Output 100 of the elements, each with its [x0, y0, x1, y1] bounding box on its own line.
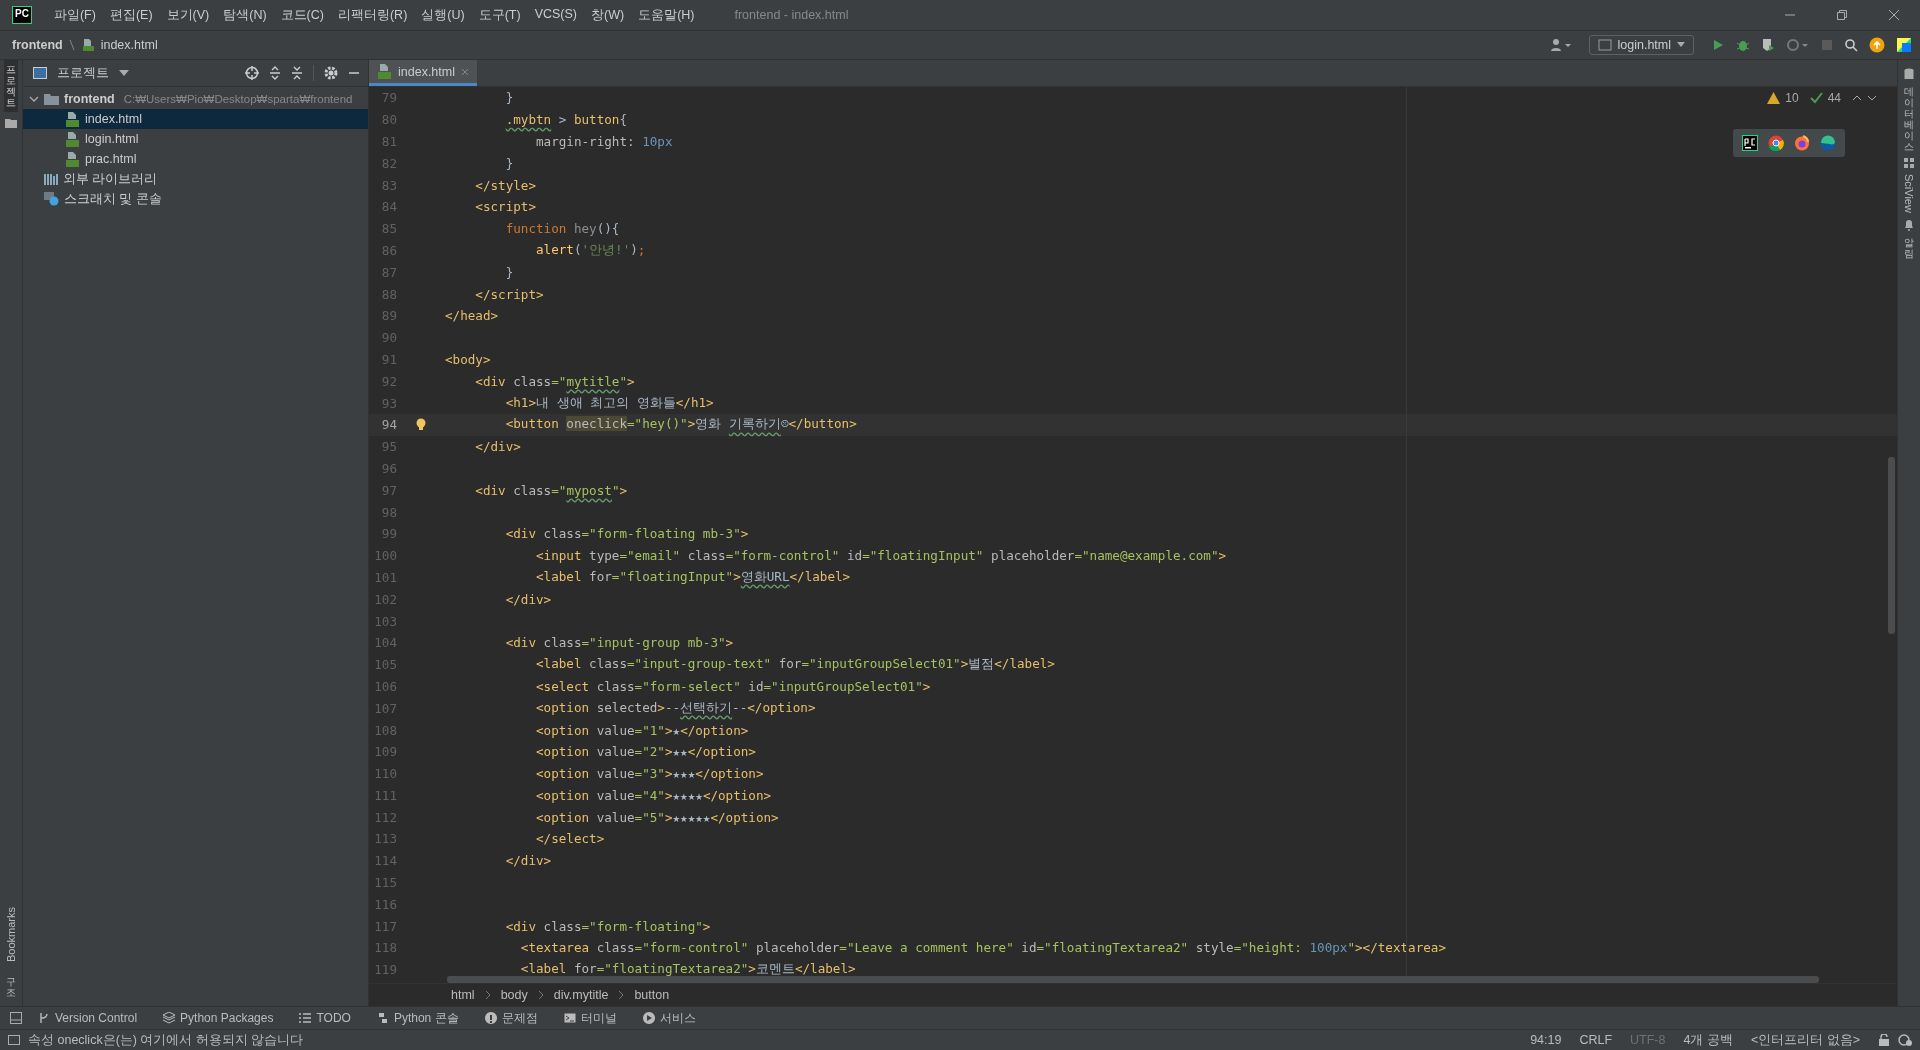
bug-icon[interactable] — [1736, 38, 1750, 52]
lightbulb-icon[interactable] — [416, 418, 426, 432]
status-icon[interactable] — [8, 1034, 20, 1046]
tree-item-label: 스크래치 및 콘솔 — [64, 190, 162, 208]
tree-item-label: login.html — [85, 132, 139, 146]
tree-item[interactable]: prac.html — [23, 149, 368, 169]
lock-icon[interactable] — [1878, 1034, 1890, 1046]
line-number: 88 — [380, 286, 397, 302]
line-number: 104 — [373, 635, 397, 651]
browser-icon[interactable] — [1768, 135, 1784, 151]
profiler-icon[interactable] — [1786, 38, 1810, 52]
panel-toggle-icon[interactable] — [10, 1012, 22, 1024]
code-breadcrumb[interactable]: div.mytitle — [553, 988, 609, 1002]
tool-window-tab[interactable]: 데이터베이스 — [1904, 86, 1914, 152]
tool-window-tab[interactable]: 알림 — [1904, 236, 1914, 259]
tree-item-label: 외부 라이브러리 — [63, 170, 158, 188]
user-icon[interactable] — [1549, 38, 1572, 52]
terminal-icon — [563, 1012, 576, 1024]
menu-item[interactable]: 편집(E) — [109, 6, 153, 24]
pc-logo-icon[interactable] — [1742, 135, 1758, 151]
run-icon[interactable] — [1711, 38, 1725, 52]
branch-icon — [38, 1012, 50, 1024]
run-configuration-dropdown[interactable]: login.html — [1588, 35, 1694, 55]
project-tool-tab[interactable]: 프로젝트 — [4, 60, 18, 112]
panel-title[interactable]: 프로젝트 — [57, 64, 109, 82]
menu-item[interactable]: 리팩터링(R) — [337, 6, 408, 24]
inspector-icon[interactable] — [1898, 1034, 1912, 1046]
restore-icon[interactable] — [1836, 9, 1848, 21]
warning-count[interactable]: 10 — [1785, 91, 1799, 105]
tree-item-label: frontend — [64, 92, 115, 106]
tree-item[interactable]: frontend C:₩Users₩Pio₩Desktop₩sparta₩frontend — [23, 89, 368, 109]
code-breadcrumb[interactable]: button — [634, 988, 670, 1002]
status-item[interactable]: 94:19 — [1530, 1033, 1562, 1047]
line-number: 94 — [380, 417, 397, 433]
browser-icon[interactable] — [1794, 135, 1810, 151]
update-icon[interactable] — [1869, 37, 1885, 53]
menu-item[interactable]: 도움말(H) — [638, 6, 695, 24]
menu-item[interactable]: 보기(V) — [166, 6, 210, 24]
nav-breadcrumb[interactable]: index.html — [100, 38, 158, 52]
locate-icon[interactable] — [245, 66, 259, 80]
tool-window-button[interactable]: Version Control — [28, 1011, 148, 1025]
tree-item[interactable]: 외부 라이브러리 — [23, 169, 368, 189]
ide-logo-icon[interactable] — [1896, 37, 1912, 53]
tree-item[interactable]: login.html — [23, 129, 368, 149]
settings-icon[interactable] — [324, 66, 338, 80]
code-line: </select> — [535, 831, 605, 847]
line-number: 82 — [380, 155, 397, 171]
previous-icon[interactable] — [1852, 95, 1862, 101]
next-icon[interactable] — [1867, 95, 1877, 101]
menu-item[interactable]: 창(W) — [591, 6, 625, 24]
tool-window-tab[interactable]: 구조 — [6, 976, 16, 998]
status-item[interactable]: <인터프리터 없음> — [1750, 1031, 1860, 1049]
html-file-icon — [377, 64, 392, 79]
horizontal-scrollbar[interactable] — [447, 976, 1819, 983]
nav-breadcrumb[interactable]: frontend — [12, 38, 63, 52]
chevron-icon — [484, 990, 491, 1000]
code-breadcrumb[interactable]: html — [451, 988, 475, 1002]
scrollbar[interactable] — [1888, 457, 1895, 634]
tree-item[interactable]: 스크래치 및 콘솔 — [23, 189, 368, 209]
menu-item[interactable]: 실행(U) — [421, 6, 465, 24]
code-line: <option value="2">★★</option> — [535, 744, 756, 760]
typo-count[interactable]: 44 — [1827, 91, 1841, 105]
status-item[interactable]: CRLF — [1579, 1033, 1613, 1047]
menu-item[interactable]: VCS(S) — [534, 6, 577, 24]
search-icon[interactable] — [1844, 38, 1858, 52]
project-view-icon — [33, 67, 47, 79]
collapse-all-icon[interactable] — [291, 66, 303, 80]
coverage-icon[interactable] — [1761, 38, 1775, 52]
close-icon[interactable] — [1888, 9, 1900, 21]
code-line: <textarea class="form-control" placeholder="Leave a comment here" id="floatingTextarea2" style="height: 100px"></textarea> — [519, 940, 1446, 956]
typo-check-icon[interactable] — [1809, 92, 1823, 104]
browser-icon[interactable] — [1820, 135, 1836, 151]
tool-window-tab[interactable]: SciView — [1903, 174, 1915, 213]
tool-window-button[interactable]: TODO — [289, 1011, 361, 1025]
tool-window-tab[interactable]: Bookmarks — [5, 906, 17, 962]
tool-window-button[interactable]: 서비스 — [632, 1009, 706, 1027]
line-number: 102 — [373, 591, 397, 607]
warning-icon[interactable] — [1767, 92, 1781, 104]
tool-window-button[interactable]: 문제점 — [474, 1009, 548, 1027]
line-number: 106 — [373, 678, 397, 694]
folder-icon[interactable] — [5, 118, 17, 128]
code-breadcrumb[interactable]: body — [500, 988, 528, 1002]
tree-item[interactable]: index.html — [23, 109, 368, 129]
code-line: <div class="mypost"> — [474, 482, 628, 498]
line-number: 83 — [380, 177, 397, 193]
expand-all-icon[interactable] — [269, 66, 281, 80]
menu-item[interactable]: 파일(F) — [53, 6, 96, 24]
grid-icon — [1904, 158, 1914, 168]
tool-window-button[interactable]: Python Packages — [153, 1011, 284, 1025]
menu-item[interactable]: 코드(C) — [280, 6, 324, 24]
tool-window-button[interactable]: 터미널 — [553, 1009, 627, 1027]
editor-tab[interactable]: index.html — [369, 60, 477, 86]
menu-item[interactable]: 도구(T) — [478, 6, 521, 24]
code-line: <h1>내 생애 최고의 영화들</h1> — [504, 394, 714, 412]
status-item[interactable]: 4개 공백 — [1683, 1031, 1733, 1049]
caret-icon[interactable] — [119, 70, 129, 76]
menu-item[interactable]: 탐색(N) — [223, 6, 267, 24]
code-line: <button oneclick="hey()">영화 기록하기☹</button> — [504, 416, 857, 434]
tool-window-button[interactable]: Python 콘솔 — [366, 1009, 469, 1027]
code-line: <option value="5">★★★★★</option> — [535, 809, 779, 825]
